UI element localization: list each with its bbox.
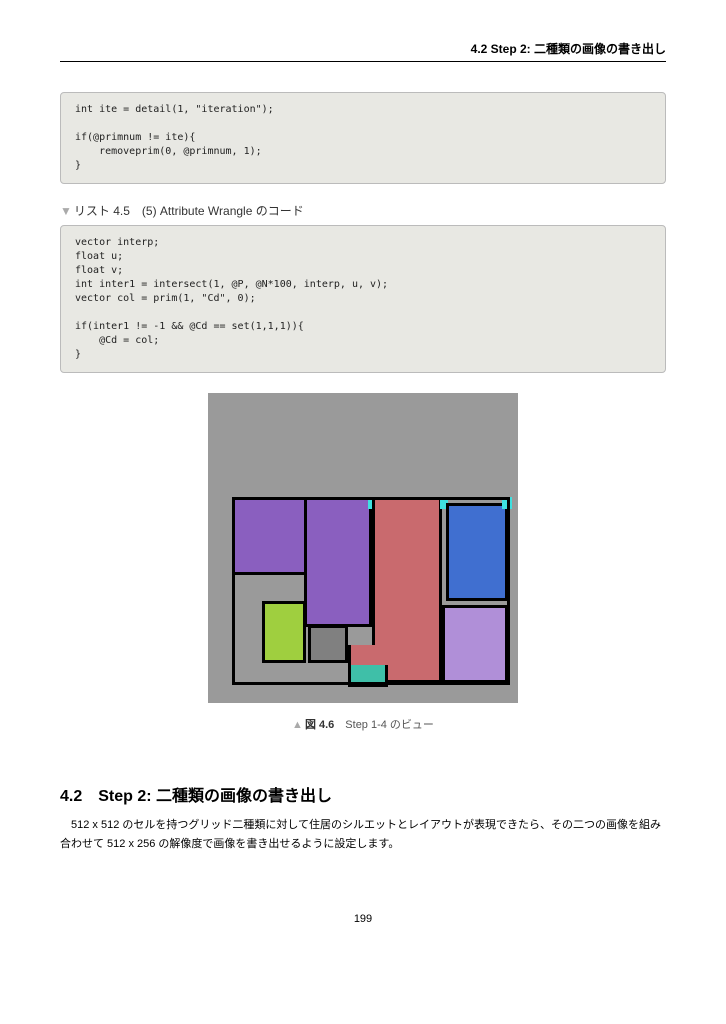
- section-4-2-heading: 4.2 Step 2: 二種類の画像の書き出し: [60, 782, 666, 806]
- page-header: 4.2 Step 2: 二種類の画像の書き出し: [60, 40, 666, 62]
- figure-4-6-label: 図 4.6: [305, 719, 334, 731]
- code-block-2: vector interp; float u; float v; int int…: [60, 225, 666, 373]
- listing-4-5-label: ▼リスト 4.5 (5) Attribute Wrangle のコード: [60, 202, 666, 219]
- listing-4-5-text: リスト 4.5 (5) Attribute Wrangle のコード: [74, 204, 304, 218]
- figure-4-6-caption-text: Step 1-4 のビュー: [345, 719, 434, 731]
- page-number: 199: [60, 913, 666, 925]
- code-block-1: int ite = detail(1, "iteration"); if(@pr…: [60, 92, 666, 184]
- down-triangle-icon: ▼: [60, 204, 72, 218]
- figure-4-6-caption: ▲図 4.6 Step 1-4 のビュー: [60, 716, 666, 732]
- figure-4-6: ▲図 4.6 Step 1-4 のビュー: [60, 393, 666, 732]
- figure-4-6-image: [208, 393, 518, 703]
- section-4-2-paragraph: 512 x 512 のセルを持つグリッド二種類に対して住居のシルエットとレイアウ…: [60, 816, 666, 853]
- up-triangle-icon: ▲: [292, 719, 303, 731]
